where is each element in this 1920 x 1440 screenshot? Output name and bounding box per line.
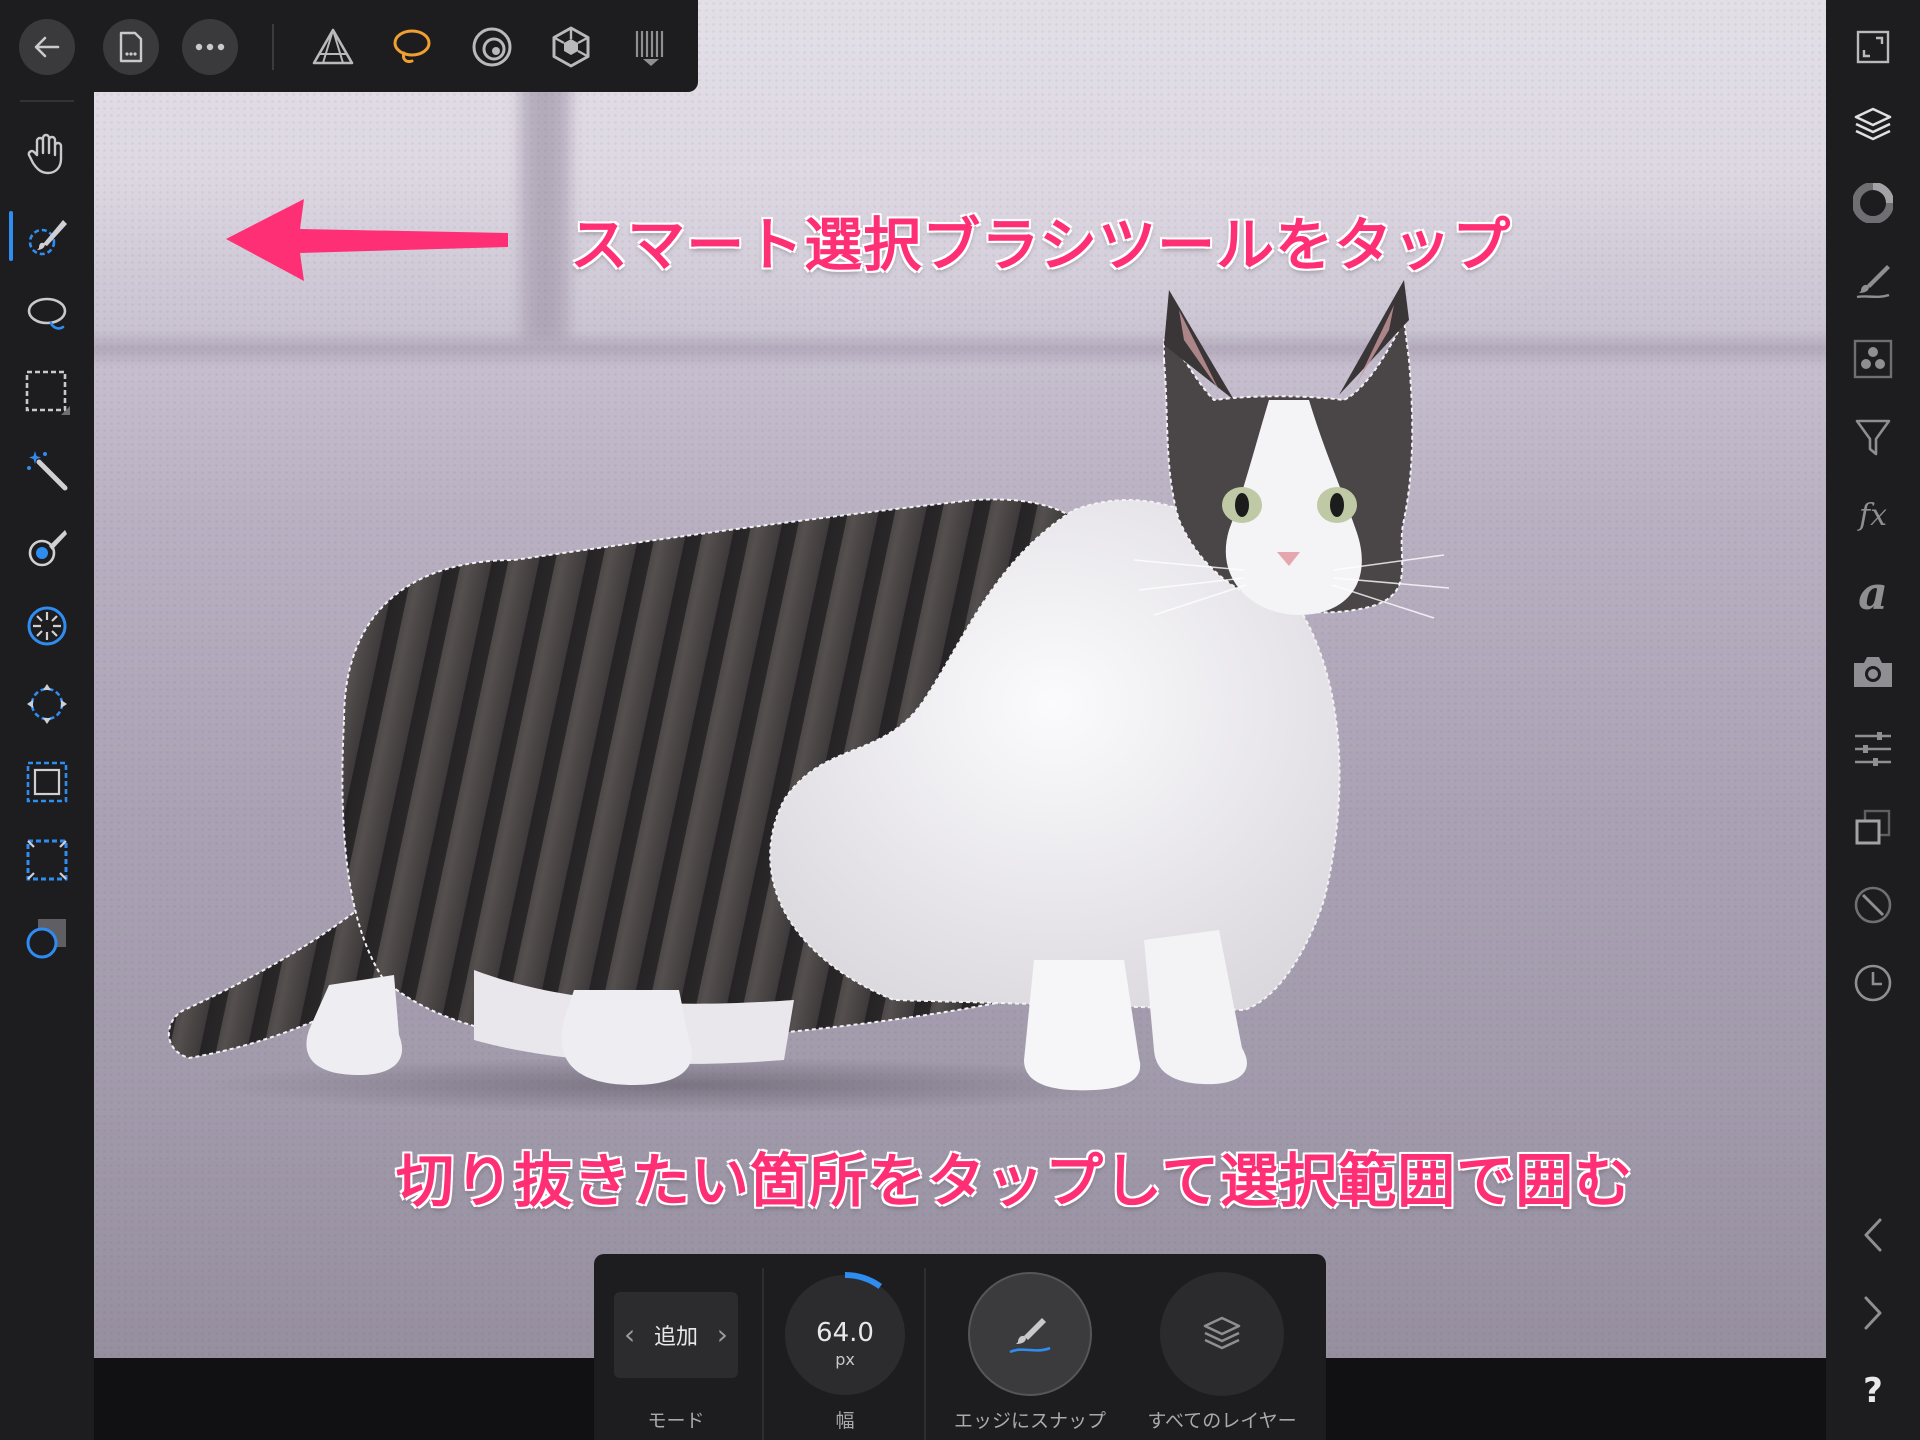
- photo-persona-icon: [312, 28, 354, 65]
- mode-label: モード: [647, 1410, 705, 1432]
- document-canvas[interactable]: スマート選択ブラシツールをタップ 切り抜きたい箇所をタップして選択範囲で囲む: [94, 0, 1826, 1358]
- mode-selector[interactable]: ‹ 追加 ›: [614, 1292, 738, 1378]
- chevron-right-icon[interactable]: ›: [717, 1321, 728, 1349]
- more-icon: [195, 43, 225, 51]
- freehand-selection-tool[interactable]: [16, 283, 78, 345]
- export-persona-icon: [635, 31, 664, 66]
- fx-panel-button[interactable]: fx: [1844, 486, 1902, 544]
- rectangular-marquee-tool[interactable]: [16, 361, 78, 423]
- context-divider: [762, 1268, 764, 1440]
- chevron-right-icon: [1864, 1296, 1882, 1330]
- all-layers-toggle[interactable]: [1160, 1272, 1284, 1396]
- transform-panel-button[interactable]: [1844, 798, 1902, 856]
- radial-selection-tool[interactable]: [16, 595, 78, 657]
- help-button[interactable]: ?: [1844, 1362, 1902, 1420]
- refine-selection-icon: [28, 530, 67, 567]
- document-button[interactable]: [103, 19, 159, 75]
- top-toolbar: [0, 0, 698, 92]
- channels-icon: [1853, 339, 1893, 379]
- expand-selection-tool[interactable]: [16, 751, 78, 813]
- expand-selection-icon: [26, 761, 68, 803]
- brushes-icon: [1856, 265, 1890, 299]
- cat-leg-front-left: [1024, 960, 1141, 1091]
- annotation-top: スマート選択ブラシツールをタップ: [570, 211, 1512, 279]
- tone-mapping-persona-icon: [552, 26, 590, 68]
- flood-select-tool[interactable]: [16, 439, 78, 501]
- transform-selection-icon: [27, 684, 67, 724]
- liquify-persona-icon: [393, 29, 431, 63]
- width-value: 64.0: [816, 1318, 874, 1348]
- develop-persona-icon: [472, 27, 512, 67]
- snap-edges-brush-icon: [1009, 1318, 1051, 1354]
- channels-panel-button[interactable]: [1844, 330, 1902, 388]
- color-icon: [1853, 183, 1893, 223]
- contract-selection-icon: [26, 839, 68, 881]
- layers-icon: [1854, 107, 1892, 141]
- export-persona-button[interactable]: [626, 22, 676, 72]
- freehand-selection-tool-icon: [27, 297, 67, 330]
- fullscreen-icon: [1856, 30, 1890, 64]
- all-layers-icon: [1203, 1316, 1241, 1350]
- selection-brush-tool[interactable]: [9, 205, 78, 267]
- width-label: 幅: [835, 1410, 855, 1432]
- photo-persona-button[interactable]: [308, 22, 358, 72]
- liquify-persona-button[interactable]: [387, 22, 437, 72]
- transform-icon: [1855, 809, 1891, 845]
- layers-panel-button[interactable]: [1844, 96, 1902, 154]
- brushes-panel-button[interactable]: [1844, 252, 1902, 310]
- view-tool[interactable]: [16, 123, 78, 185]
- annotation-arrow: [226, 199, 508, 281]
- snap-to-edges-label: エッジにスナップ: [953, 1410, 1106, 1432]
- quick-mask-tool[interactable]: [16, 907, 78, 969]
- quick-mask-icon: [26, 919, 66, 959]
- text-style-icon: a: [1858, 566, 1888, 620]
- tools-panel: [0, 92, 94, 1440]
- develop-persona-button[interactable]: [467, 22, 517, 72]
- adjustments-icon: [1855, 732, 1891, 766]
- document-icon: [119, 31, 143, 63]
- camera-icon: [1854, 657, 1892, 687]
- contract-selection-tool[interactable]: [16, 829, 78, 891]
- filter-panel-button[interactable]: [1844, 408, 1902, 466]
- rectangular-marquee-tool-icon: [25, 370, 70, 415]
- snap-to-edges-toggle[interactable]: [968, 1272, 1092, 1396]
- more-button[interactable]: [182, 19, 238, 75]
- back-icon: [34, 36, 60, 58]
- transform-selection-tool[interactable]: [16, 673, 78, 735]
- history-panel-button[interactable]: [1844, 954, 1902, 1012]
- help-icon: ?: [1863, 1371, 1883, 1411]
- adjustments-panel-button[interactable]: [1844, 720, 1902, 778]
- context-divider: [924, 1268, 926, 1440]
- tools-separator: [20, 100, 74, 102]
- view-tool-icon: [27, 133, 63, 175]
- text-style-panel-button[interactable]: a: [1844, 564, 1902, 622]
- mode-value: 追加: [653, 1325, 698, 1350]
- navigator-icon: [1854, 886, 1892, 924]
- fullscreen-button[interactable]: [1844, 18, 1902, 76]
- camera-panel-button[interactable]: [1844, 642, 1902, 700]
- color-panel-button[interactable]: [1844, 174, 1902, 232]
- all-layers-label: すべてのレイヤー: [1147, 1410, 1297, 1432]
- navigator-panel-button[interactable]: [1844, 876, 1902, 934]
- undo-button[interactable]: [1844, 1206, 1902, 1264]
- studio-panel: fx a ?: [1826, 0, 1920, 1440]
- back-button[interactable]: [19, 19, 75, 75]
- redo-button[interactable]: [1844, 1284, 1902, 1342]
- history-icon: [1854, 964, 1892, 1002]
- flood-select-tool-icon: [27, 451, 68, 491]
- chevron-left-icon[interactable]: ‹: [624, 1321, 635, 1349]
- refine-selection-tool[interactable]: [16, 517, 78, 579]
- radial-selection-icon: [27, 606, 67, 646]
- chevron-left-icon: [1864, 1218, 1882, 1252]
- width-unit: px: [835, 1350, 855, 1369]
- context-toolbar: ‹ 追加 › モード 64.0 px 幅 エッジにスナップ すべてのレイヤー: [594, 1254, 1326, 1440]
- tone-mapping-persona-button[interactable]: [546, 22, 596, 72]
- cat-leg-back-right: [561, 990, 692, 1085]
- toolbar-divider: [272, 24, 274, 70]
- annotation-bottom: 切り抜きたい箇所をタップして選択範囲で囲む: [396, 1147, 1634, 1215]
- filter-icon: [1855, 419, 1891, 456]
- selection-brush-tool-icon: [28, 220, 67, 256]
- fx-icon: fx: [1858, 497, 1888, 533]
